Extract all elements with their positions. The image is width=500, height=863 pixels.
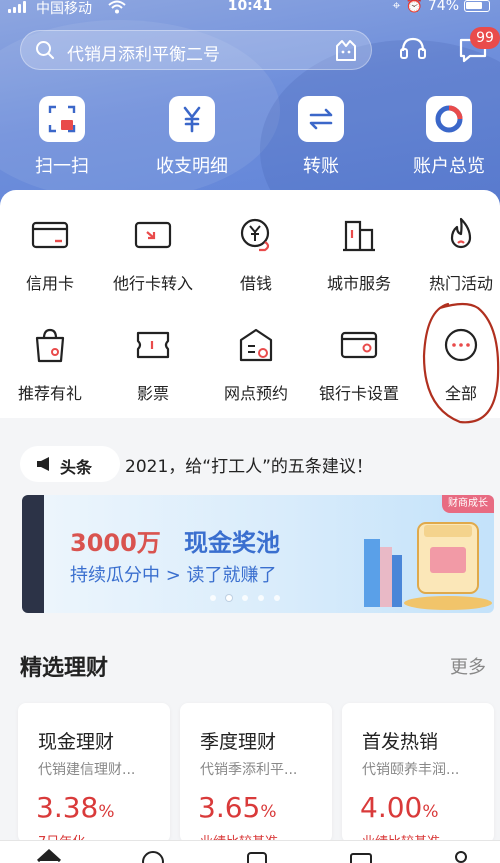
city-icon: [343, 220, 375, 252]
quick-label: 扫一扫: [35, 156, 89, 177]
grid-item-city-service[interactable]: 城市服务: [309, 216, 409, 294]
product-desc: 代销颐养丰润...: [362, 762, 460, 778]
product-card[interactable]: 现金理财 代销建信理财... 3.38% 7日年化: [18, 703, 170, 850]
yuan-icon: [169, 96, 215, 142]
home-icon[interactable]: [36, 849, 62, 863]
credit-icon[interactable]: [348, 849, 374, 863]
grid-item-referral[interactable]: 推荐有礼: [0, 326, 100, 404]
grid-item-branch-booking[interactable]: 网点预约: [206, 326, 306, 404]
grid-label: 热门活动: [428, 274, 493, 293]
grid-label: 银行卡设置: [318, 384, 399, 403]
quick-transfer[interactable]: 转账: [271, 96, 371, 178]
quick-transactions[interactable]: 收支明细: [142, 96, 242, 178]
alarm-icon: ⏰: [405, 0, 423, 14]
product-rate: 4.00%: [360, 791, 439, 824]
credit-card-icon: [31, 221, 69, 249]
grid-item-hot-events[interactable]: 热门活动: [411, 216, 500, 294]
grid-label: 借钱: [239, 274, 272, 293]
customer-service-icon[interactable]: [398, 34, 428, 64]
grid-item-card-in[interactable]: 他行卡转入: [103, 216, 203, 294]
card-settings-icon: [340, 331, 378, 359]
megaphone-icon: [37, 457, 49, 471]
grid-item-credit-card[interactable]: 信用卡: [0, 216, 100, 294]
product-desc: 代销建信理财...: [38, 762, 136, 778]
product-name: 首发热销: [362, 731, 439, 753]
annotation-circle: [422, 302, 500, 424]
product-card[interactable]: 首发热销 代销颐养丰润... 4.00% 业绩比较基准: [342, 703, 494, 850]
search-icon: [36, 41, 54, 59]
headline-label: 头条: [60, 458, 93, 477]
quick-scan[interactable]: 扫一扫: [12, 96, 112, 178]
grid-item-card-settings[interactable]: 银行卡设置: [309, 326, 409, 404]
treasure-illustration: [364, 522, 492, 610]
battery-percent: 74%: [427, 0, 459, 14]
section-title: 精选理财: [20, 656, 109, 681]
headline-tag[interactable]: 头条: [20, 446, 120, 482]
product-card[interactable]: 季度理财 代销季添利平... 3.65% 业绩比较基准: [180, 703, 332, 850]
product-desc: 代销季添利平...: [200, 762, 298, 778]
fire-icon: [450, 217, 472, 249]
product-rate: 3.38%: [36, 791, 115, 824]
grid-item-loan[interactable]: 借钱: [206, 216, 306, 294]
headline-text[interactable]: 2021，给“打工人”的五条建议！: [125, 452, 373, 477]
quick-label: 账户总览: [413, 156, 485, 177]
product-name: 季度理财: [200, 731, 277, 753]
grid-label: 影票: [136, 384, 169, 403]
battery-icon: [464, 0, 490, 12]
ticket-icon: [136, 331, 170, 359]
grid-item-movie-ticket[interactable]: 影票: [103, 326, 203, 404]
search-bar[interactable]: 代销月添利平衡二号: [20, 30, 372, 70]
status-bar: 中国移动 10:41 ⌖ ⏰ 74%: [0, 0, 500, 18]
transfer-icon: [298, 96, 344, 142]
branch-icon: [239, 328, 273, 362]
card-in-icon: [134, 221, 172, 249]
grid-label: 推荐有礼: [17, 384, 82, 403]
banner-title-amount: 3000万: [70, 529, 161, 557]
profile-icon[interactable]: [448, 849, 474, 863]
banner-subtitle: 持续瓜分中 > 读了就赚了: [70, 565, 277, 586]
quick-account-overview[interactable]: 账户总览: [399, 96, 499, 178]
promo-banner[interactable]: 财商成长 3000万 现金奖池 持续瓜分中 > 读了就赚了: [22, 495, 494, 613]
quick-label: 转账: [303, 156, 339, 177]
mascot-icon[interactable]: [333, 38, 359, 64]
product-name: 现金理财: [38, 731, 115, 753]
pie-icon: [426, 96, 472, 142]
scan-icon: [39, 96, 85, 142]
quick-label: 收支明细: [156, 156, 228, 177]
bottom-tab-bar: [0, 840, 500, 863]
product-rate: 3.65%: [198, 791, 277, 824]
more-link[interactable]: 更多: [450, 653, 486, 679]
location-icon: ⌖: [392, 0, 401, 14]
carousel-dots: [210, 595, 280, 601]
wealth-icon[interactable]: [140, 849, 166, 863]
life-icon[interactable]: [244, 849, 270, 863]
grid-label: 信用卡: [25, 274, 74, 293]
message-badge: 99: [470, 27, 500, 49]
grid-label: 城市服务: [326, 274, 391, 293]
search-placeholder: 代销月添利平衡二号: [67, 45, 220, 65]
gift-bag-icon: [35, 328, 65, 363]
grid-label: 网点预约: [223, 384, 288, 403]
loan-icon: [240, 218, 270, 252]
grid-label: 他行卡转入: [112, 274, 193, 293]
banner-title-text: 现金奖池: [184, 529, 280, 557]
